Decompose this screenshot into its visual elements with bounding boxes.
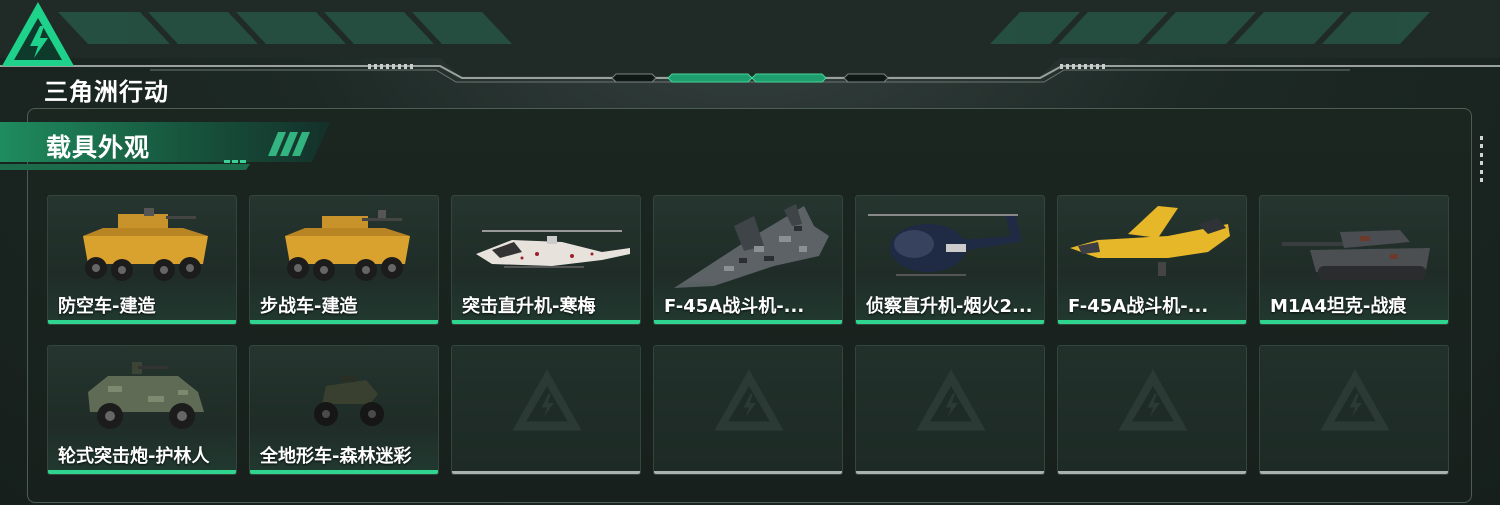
card-underline (1260, 471, 1448, 474)
vehicle-card[interactable]: 全地形车-森林迷彩 (249, 345, 439, 475)
empty-slot (653, 345, 843, 475)
card-underline (250, 470, 438, 474)
placeholder-logo-icon (714, 369, 784, 431)
vehicle-card[interactable]: M1A4坦克-战痕 (1259, 195, 1449, 325)
header-decoration (0, 0, 1500, 83)
vehicle-card-label: 突击直升机-寒梅 (462, 296, 596, 317)
card-underline (856, 320, 1044, 324)
card-underline (452, 320, 640, 324)
vehicle-card-label: 步战车-建造 (260, 296, 358, 317)
logo-icon (2, 2, 74, 66)
vehicle-card[interactable]: 侦察直升机-烟火2... (855, 195, 1045, 325)
card-underline (1058, 471, 1246, 474)
vehicle-card[interactable]: 轮式突击炮-护林人 (47, 345, 237, 475)
empty-slot (1057, 345, 1247, 475)
placeholder-logo-icon (1320, 369, 1390, 431)
vehicle-card-label: M1A4坦克-战痕 (1270, 296, 1407, 317)
card-underline (48, 320, 236, 324)
card-underline (1058, 320, 1246, 324)
vehicle-card-label: F-45A战斗机-... (664, 296, 805, 317)
vehicle-card[interactable]: 防空车-建造 (47, 195, 237, 325)
card-underline (48, 470, 236, 474)
card-underline (654, 320, 842, 324)
vehicle-card[interactable]: F-45A战斗机-... (653, 195, 843, 325)
vehicle-card-label: 轮式突击炮-护林人 (58, 446, 210, 467)
section-title: 载具外观 (46, 133, 151, 162)
header: 三角洲行动 (0, 0, 1500, 106)
empty-slot (451, 345, 641, 475)
placeholder-logo-icon (1118, 369, 1188, 431)
scroll-indicator[interactable] (1480, 136, 1484, 182)
vehicle-card[interactable]: 步战车-建造 (249, 195, 439, 325)
vehicle-card[interactable]: F-45A战斗机-... (1057, 195, 1247, 325)
vehicle-appearance-screen: 三角洲行动 载具外观 防空车-建造 步战车-建造 突击直升机-寒梅 F-45A战… (0, 0, 1500, 505)
placeholder-logo-icon (512, 369, 582, 431)
vehicle-card-label: 全地形车-森林迷彩 (260, 446, 412, 467)
vehicle-card[interactable]: 突击直升机-寒梅 (451, 195, 641, 325)
vehicle-skin-grid: 防空车-建造 步战车-建造 突击直升机-寒梅 F-45A战斗机-... 侦察直升… (47, 195, 1449, 475)
placeholder-logo-icon (916, 369, 986, 431)
empty-slot (855, 345, 1045, 475)
empty-slot (1259, 345, 1449, 475)
card-underline (856, 471, 1044, 474)
vehicle-card-label: 侦察直升机-烟火2... (866, 296, 1033, 317)
card-underline (1260, 320, 1448, 324)
card-underline (250, 320, 438, 324)
logo-text: 三角洲行动 (44, 78, 169, 106)
vehicle-card-label: 防空车-建造 (58, 296, 156, 317)
vehicle-card-label: F-45A战斗机-... (1068, 296, 1209, 317)
card-underline (654, 471, 842, 474)
card-underline (452, 471, 640, 474)
